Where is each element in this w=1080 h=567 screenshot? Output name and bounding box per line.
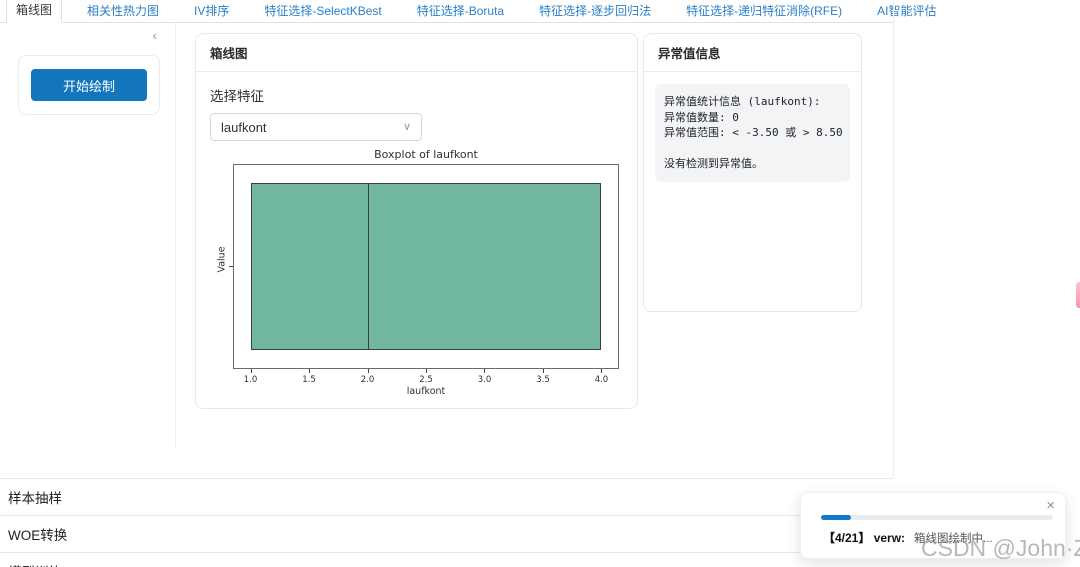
tab-stepwise[interactable]: 特征选择-逐步回归法 (529, 0, 661, 23)
tab-boxplot[interactable]: 箱线图 (6, 0, 63, 23)
toast-message-prefix: 【4/21】 verw: (823, 531, 906, 545)
boxplot-panel: 箱线图 选择特征 laufkont ∨ Boxplot of laufkont … (195, 33, 638, 409)
chart-xlabel: laufkont (406, 386, 446, 397)
tab-rfe[interactable]: 特征选择-递归特征消除(RFE) (676, 0, 852, 23)
tab-correlation-heatmap[interactable]: 相关性热力图 (77, 0, 169, 23)
feature-select[interactable]: laufkont ∨ (210, 113, 422, 141)
outlier-stats-line: 异常值统计信息 (laufkont): (664, 95, 821, 108)
boxplot-chart: Boxplot of laufkont Value 1.0 1.5 2.0 2.5 3.… (196, 142, 639, 404)
tab-iv-ranking[interactable]: IV排序 (184, 0, 239, 23)
chart-title: Boxplot of laufkont (374, 148, 478, 161)
plot-frame (233, 164, 619, 369)
feature-select-label: 选择特征 (210, 89, 264, 104)
accordion-row-woe[interactable]: WOE转换 (0, 516, 893, 553)
edge-scroll-indicator (1076, 282, 1080, 308)
feature-select-value: laufkont (221, 119, 267, 135)
tab-ai-evaluation[interactable]: AI智能评估 (867, 0, 946, 23)
outlier-info-panel: 异常值信息 异常值统计信息 (laufkont): 异常值数量: 0 异常值范围… (643, 33, 862, 312)
box (251, 183, 601, 350)
content-right-divider (893, 0, 894, 478)
boxplot-panel-title: 箱线图 (196, 34, 637, 72)
start-draw-button[interactable]: 开始绘制 (31, 69, 147, 101)
outlier-panel-title: 异常值信息 (644, 34, 861, 72)
tab-boruta[interactable]: 特征选择-Boruta (407, 0, 514, 23)
chart-ylabel: Value (216, 246, 228, 273)
median-line (368, 184, 370, 349)
outlier-stats-box: 异常值统计信息 (laufkont): 异常值数量: 0 异常值范围: < -3… (655, 84, 850, 182)
tab-bar: 箱线图 相关性热力图 IV排序 特征选择-SelectKBest 特征选择-Bo… (0, 0, 936, 23)
accordion-row-sampling[interactable]: 样本抽样 (0, 479, 893, 516)
sidebar: ‹ 开始绘制 (0, 23, 176, 448)
csdn-watermark: CSDN @John·Zou (921, 535, 1080, 561)
draw-control-card: 开始绘制 (18, 55, 160, 115)
sidebar-collapse-icon[interactable]: ‹ (152, 27, 157, 43)
outlier-stats-line: 没有检测到异常值。 (664, 157, 763, 170)
toast-progress-track (821, 515, 1053, 520)
close-icon[interactable]: × (1046, 497, 1055, 514)
accordion-row-model-training[interactable]: 模型训练 (0, 553, 893, 567)
bottom-accordion: 样本抽样 WOE转换 模型训练 (0, 478, 893, 567)
outlier-stats-line: 异常值数量: 0 (664, 110, 739, 124)
outlier-stats-line (664, 141, 841, 157)
tab-selectkbest[interactable]: 特征选择-SelectKBest (254, 0, 391, 23)
chevron-down-icon: ∨ (402, 121, 411, 133)
outlier-stats-line: 异常值范围: < -3.50 或 > 8.50 (664, 126, 843, 139)
toast-progress-fill (821, 515, 852, 520)
